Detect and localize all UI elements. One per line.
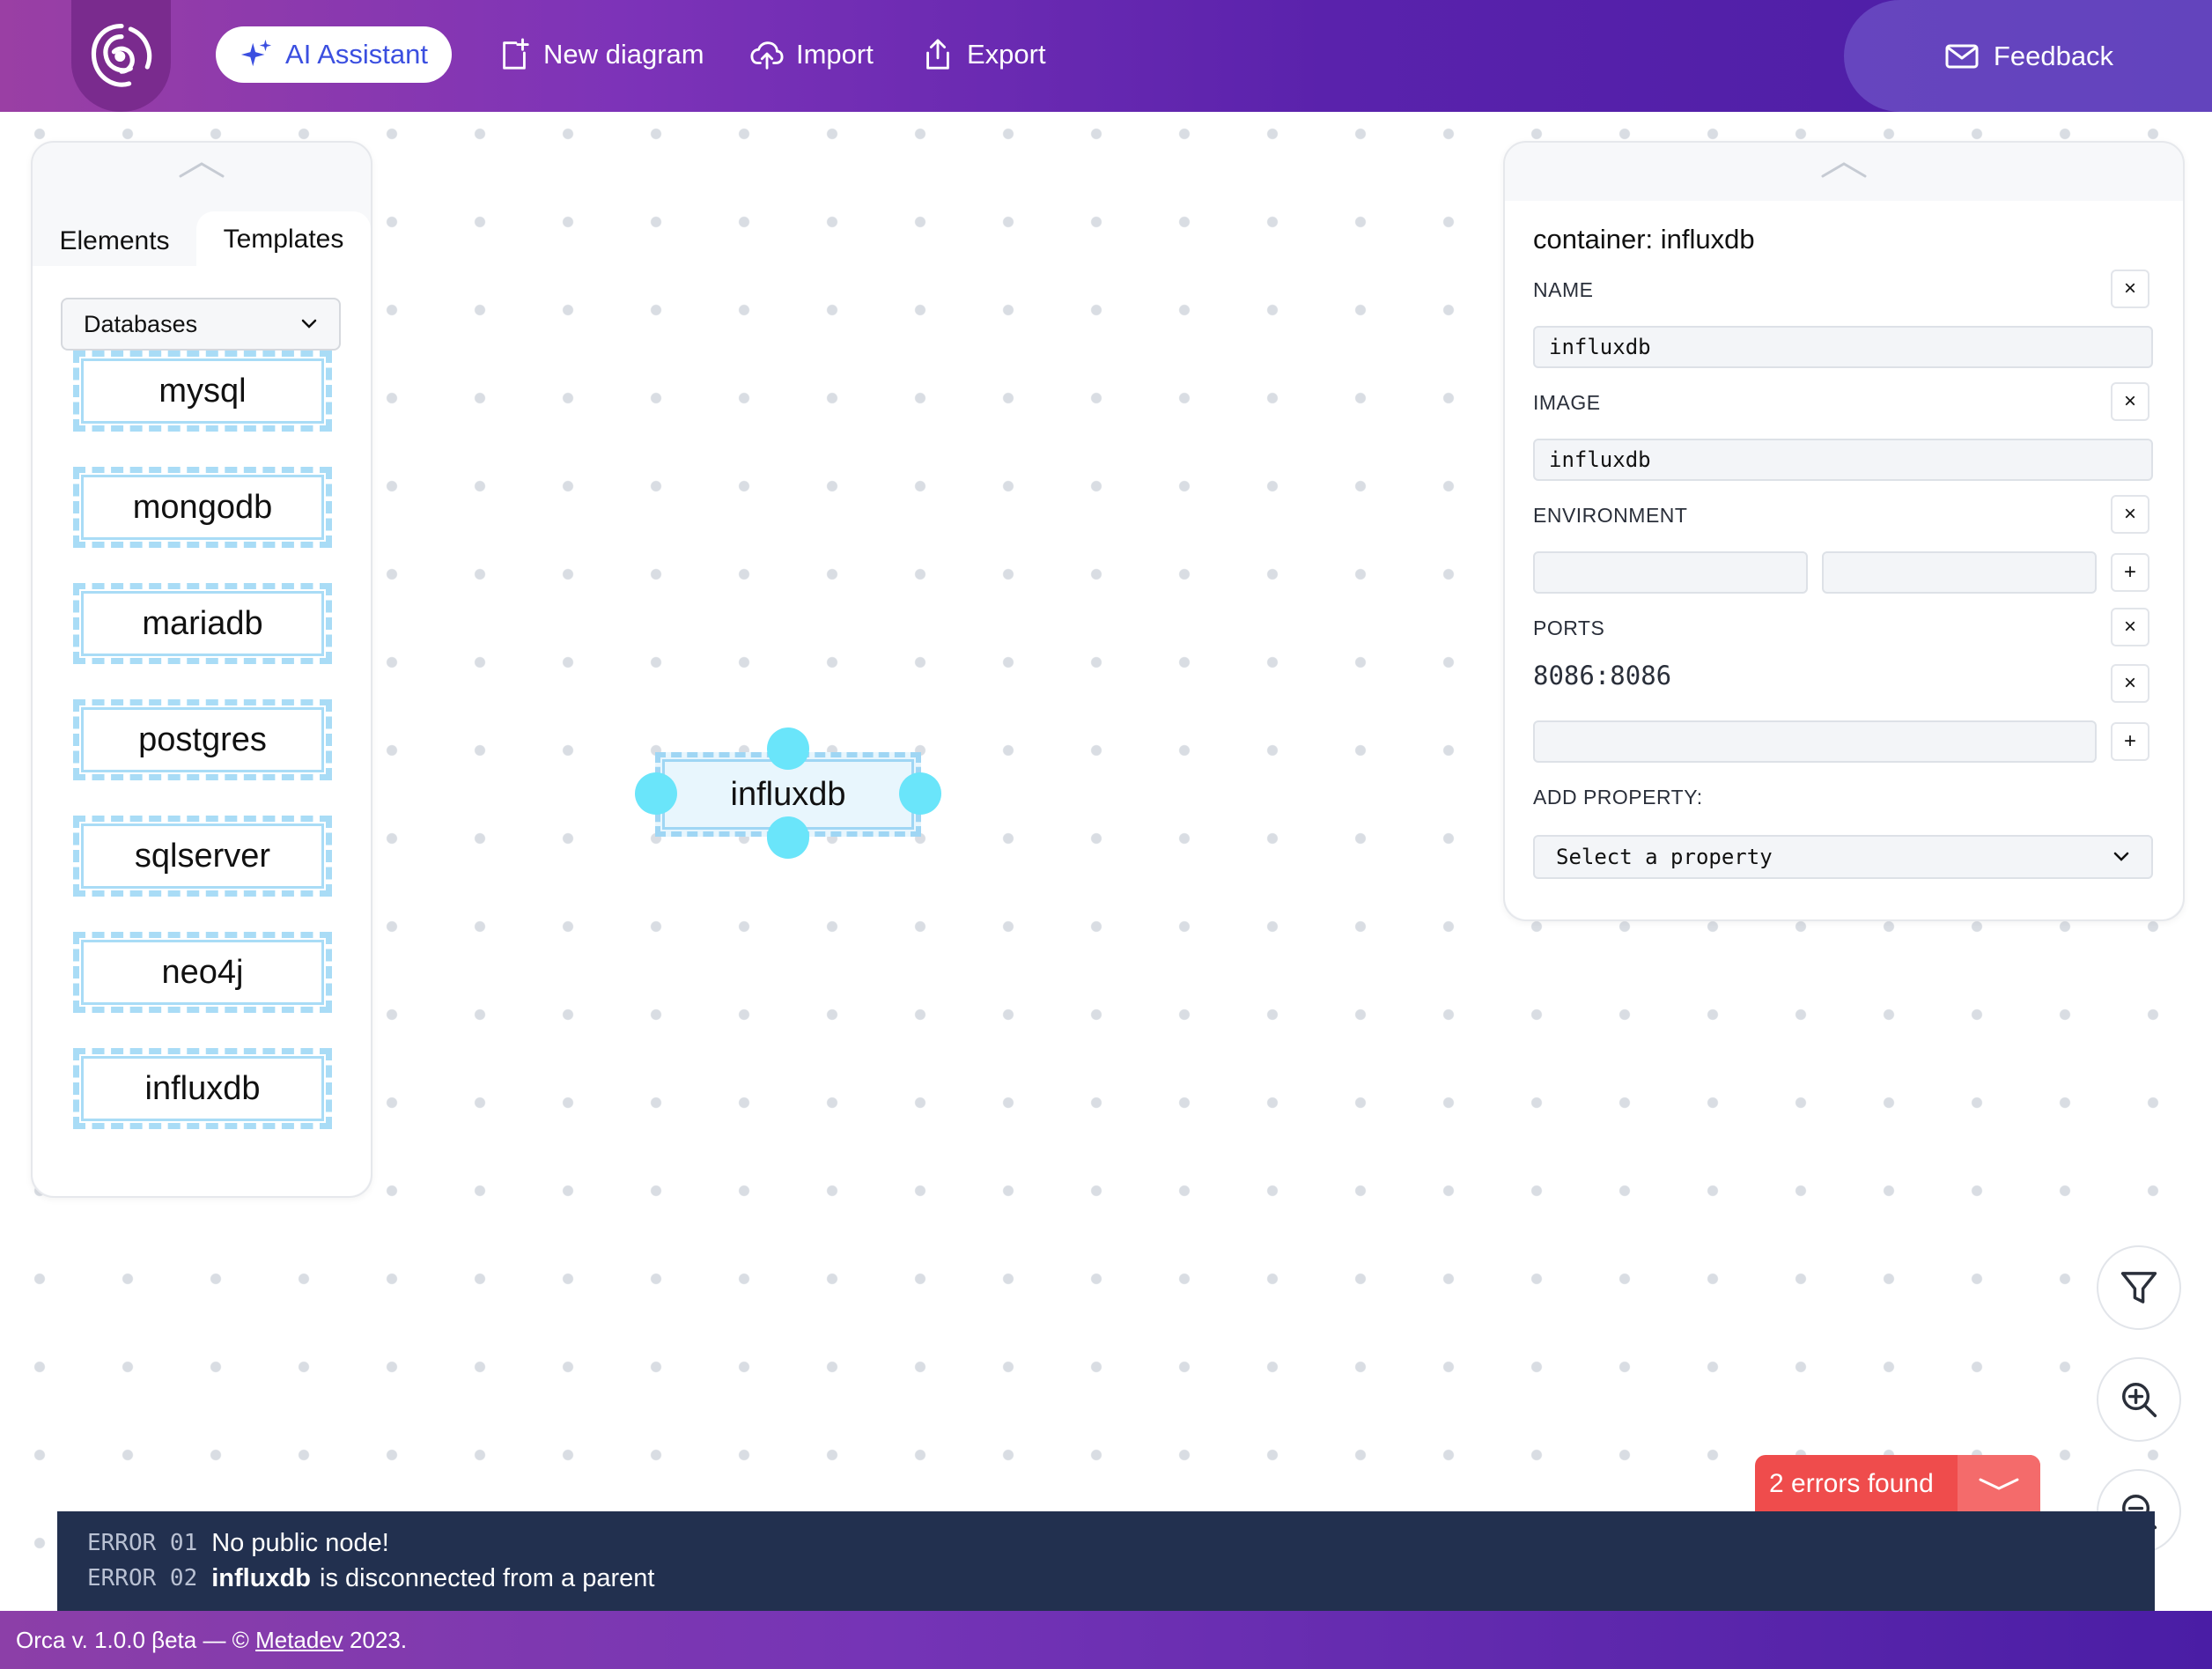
name-field[interactable]: influxdb [1533, 326, 2153, 368]
template-sqlserver[interactable]: sqlserver [73, 816, 332, 897]
error-code: ERROR 01 [87, 1530, 198, 1556]
add-port-button[interactable]: + [2111, 722, 2149, 761]
add-property-label: ADD PROPERTY: [1533, 786, 1703, 809]
node-handle-bottom[interactable] [767, 816, 809, 859]
template-neo4j[interactable]: neo4j [73, 932, 332, 1013]
add-property-select[interactable]: Select a property [1533, 835, 2153, 879]
remove-environment-button[interactable]: × [2111, 495, 2149, 534]
error-item: ERROR 01 No public node! [87, 1525, 2125, 1561]
error-item: ERROR 02 influxdb is disconnected from a… [87, 1561, 2125, 1596]
sparkles-icon [240, 39, 272, 67]
templates-panel: Elements Templates Databases mysql mongo… [31, 141, 372, 1198]
export-button[interactable]: Export [921, 26, 1046, 83]
import-button[interactable]: Import [750, 26, 874, 83]
collapse-chevron-icon[interactable] [179, 160, 225, 180]
node-handle-right[interactable] [899, 772, 941, 815]
template-mongodb[interactable]: mongodb [73, 467, 332, 548]
category-select-value: Databases [84, 310, 198, 337]
properties-panel: container: influxdb NAME × influxdb IMAG… [1503, 141, 2185, 921]
metadev-link[interactable]: Metadev [255, 1627, 343, 1654]
ports-label: PORTS [1533, 617, 1605, 639]
new-file-icon [503, 38, 529, 70]
top-bar: AI Assistant New diagram Import Export F… [0, 0, 2212, 112]
node-label: influxdb [730, 775, 846, 813]
cloud-upload-icon [750, 41, 784, 70]
filter-icon [2120, 1272, 2157, 1303]
remove-port-entry-button[interactable]: × [2111, 664, 2149, 703]
name-label: NAME [1533, 278, 1594, 301]
chevron-down-icon [2113, 852, 2129, 861]
orca-logo-icon[interactable] [71, 0, 171, 112]
remove-ports-button[interactable]: × [2111, 608, 2149, 646]
new-diagram-label: New diagram [543, 39, 704, 70]
filter-button[interactable] [2097, 1245, 2181, 1330]
port-entry: 8086:8086 [1533, 661, 1672, 690]
errors-summary-tab[interactable]: 2 errors found [1755, 1455, 2040, 1513]
ai-assistant-button[interactable]: AI Assistant [216, 26, 452, 83]
category-select[interactable]: Databases [61, 298, 341, 351]
image-field[interactable]: influxdb [1533, 439, 2153, 481]
error-message: No public node! [211, 1528, 389, 1557]
env-value-field[interactable] [1822, 551, 2097, 594]
templates-list: Databases mysql mongodb mariadb postgres… [33, 266, 371, 1196]
errors-summary: 2 errors found [1769, 1469, 1934, 1498]
add-property-select-value: Select a property [1556, 845, 1773, 869]
chevron-down-icon [1979, 1478, 2019, 1490]
error-node-name[interactable]: influxdb [211, 1564, 311, 1593]
export-label: Export [967, 39, 1046, 70]
zoom-in-icon [2122, 1383, 2157, 1418]
template-influxdb[interactable]: influxdb [73, 1048, 332, 1129]
error-code: ERROR 02 [87, 1565, 198, 1591]
collapse-chevron-icon[interactable] [1821, 160, 1867, 180]
remove-name-button[interactable]: × [2111, 270, 2149, 308]
chevron-down-icon [301, 319, 317, 329]
node-handle-top[interactable] [767, 727, 809, 770]
template-mariadb[interactable]: mariadb [73, 583, 332, 664]
mail-icon [1945, 44, 1979, 68]
tab-templates[interactable]: Templates [196, 211, 371, 268]
template-mysql[interactable]: mysql [73, 351, 332, 432]
template-postgres[interactable]: postgres [73, 699, 332, 780]
footer-year: 2023. [350, 1626, 408, 1653]
properties-title: container: influxdb [1533, 224, 1755, 255]
feedback-button[interactable]: Feedback [1844, 0, 2212, 112]
error-panel: ERROR 01 No public node! ERROR 02 influx… [57, 1511, 2155, 1612]
new-port-field[interactable] [1533, 720, 2097, 763]
ai-assistant-label: AI Assistant [285, 39, 428, 70]
new-diagram-button[interactable]: New diagram [498, 26, 704, 83]
footer: Orca v. 1.0.0 βeta — © Metadev 2023. [0, 1611, 2212, 1669]
errors-toggle-button[interactable] [1958, 1455, 2040, 1513]
env-key-field[interactable] [1533, 551, 1808, 594]
remove-image-button[interactable]: × [2111, 382, 2149, 421]
feedback-label: Feedback [1993, 40, 2114, 71]
share-upload-icon [926, 39, 949, 70]
import-label: Import [796, 39, 874, 70]
zoom-in-button[interactable] [2097, 1357, 2181, 1442]
environment-label: ENVIRONMENT [1533, 504, 1688, 527]
image-label: IMAGE [1533, 391, 1601, 414]
footer-version: Orca v. 1.0.0 βeta — © [16, 1626, 249, 1653]
error-message: is disconnected from a parent [320, 1563, 655, 1592]
add-environment-button[interactable]: + [2111, 553, 2149, 592]
node-handle-left[interactable] [635, 772, 677, 815]
tab-elements[interactable]: Elements [33, 215, 196, 268]
